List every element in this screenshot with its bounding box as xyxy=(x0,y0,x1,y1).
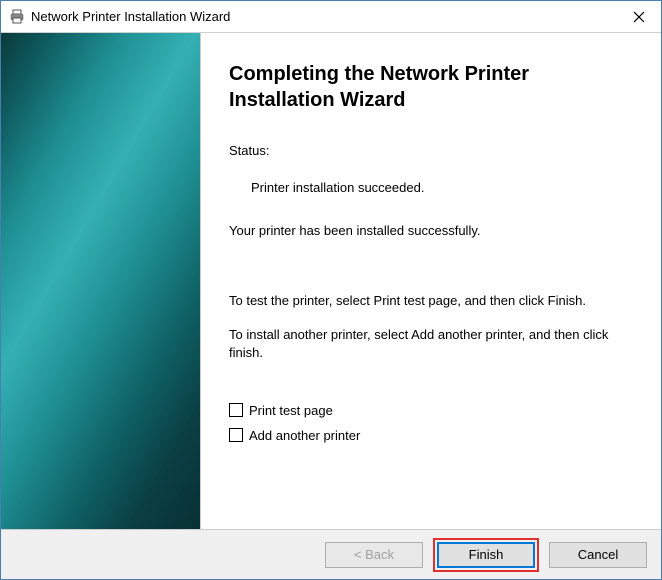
button-bar: < Back Finish Cancel xyxy=(1,529,661,579)
close-button[interactable] xyxy=(617,2,661,32)
finish-highlight: Finish xyxy=(433,538,539,572)
checkbox-box-icon xyxy=(229,428,243,442)
titlebar: Network Printer Installation Wizard xyxy=(1,1,661,33)
back-button: < Back xyxy=(325,542,423,568)
content-pane: Completing the Network Printer Installat… xyxy=(201,33,661,529)
instruction-test: To test the printer, select Print test p… xyxy=(229,292,633,310)
checkbox-box-icon xyxy=(229,403,243,417)
checkbox-label: Add another printer xyxy=(249,428,360,443)
page-heading: Completing the Network Printer Installat… xyxy=(229,61,633,113)
status-message: Printer installation succeeded. xyxy=(251,180,633,195)
wizard-window: Network Printer Installation Wizard Comp… xyxy=(0,0,662,580)
instruction-add: To install another printer, select Add a… xyxy=(229,326,633,362)
status-label: Status: xyxy=(229,143,633,158)
printer-icon xyxy=(9,9,25,25)
wizard-body: Completing the Network Printer Installat… xyxy=(1,33,661,529)
print-test-page-checkbox[interactable]: Print test page xyxy=(229,403,633,418)
add-another-printer-checkbox[interactable]: Add another printer xyxy=(229,428,633,443)
finish-button[interactable]: Finish xyxy=(437,542,535,568)
window-title: Network Printer Installation Wizard xyxy=(31,9,617,24)
sidebar-graphic xyxy=(1,33,201,529)
cancel-button[interactable]: Cancel xyxy=(549,542,647,568)
checkbox-label: Print test page xyxy=(249,403,333,418)
success-text: Your printer has been installed successf… xyxy=(229,223,633,238)
